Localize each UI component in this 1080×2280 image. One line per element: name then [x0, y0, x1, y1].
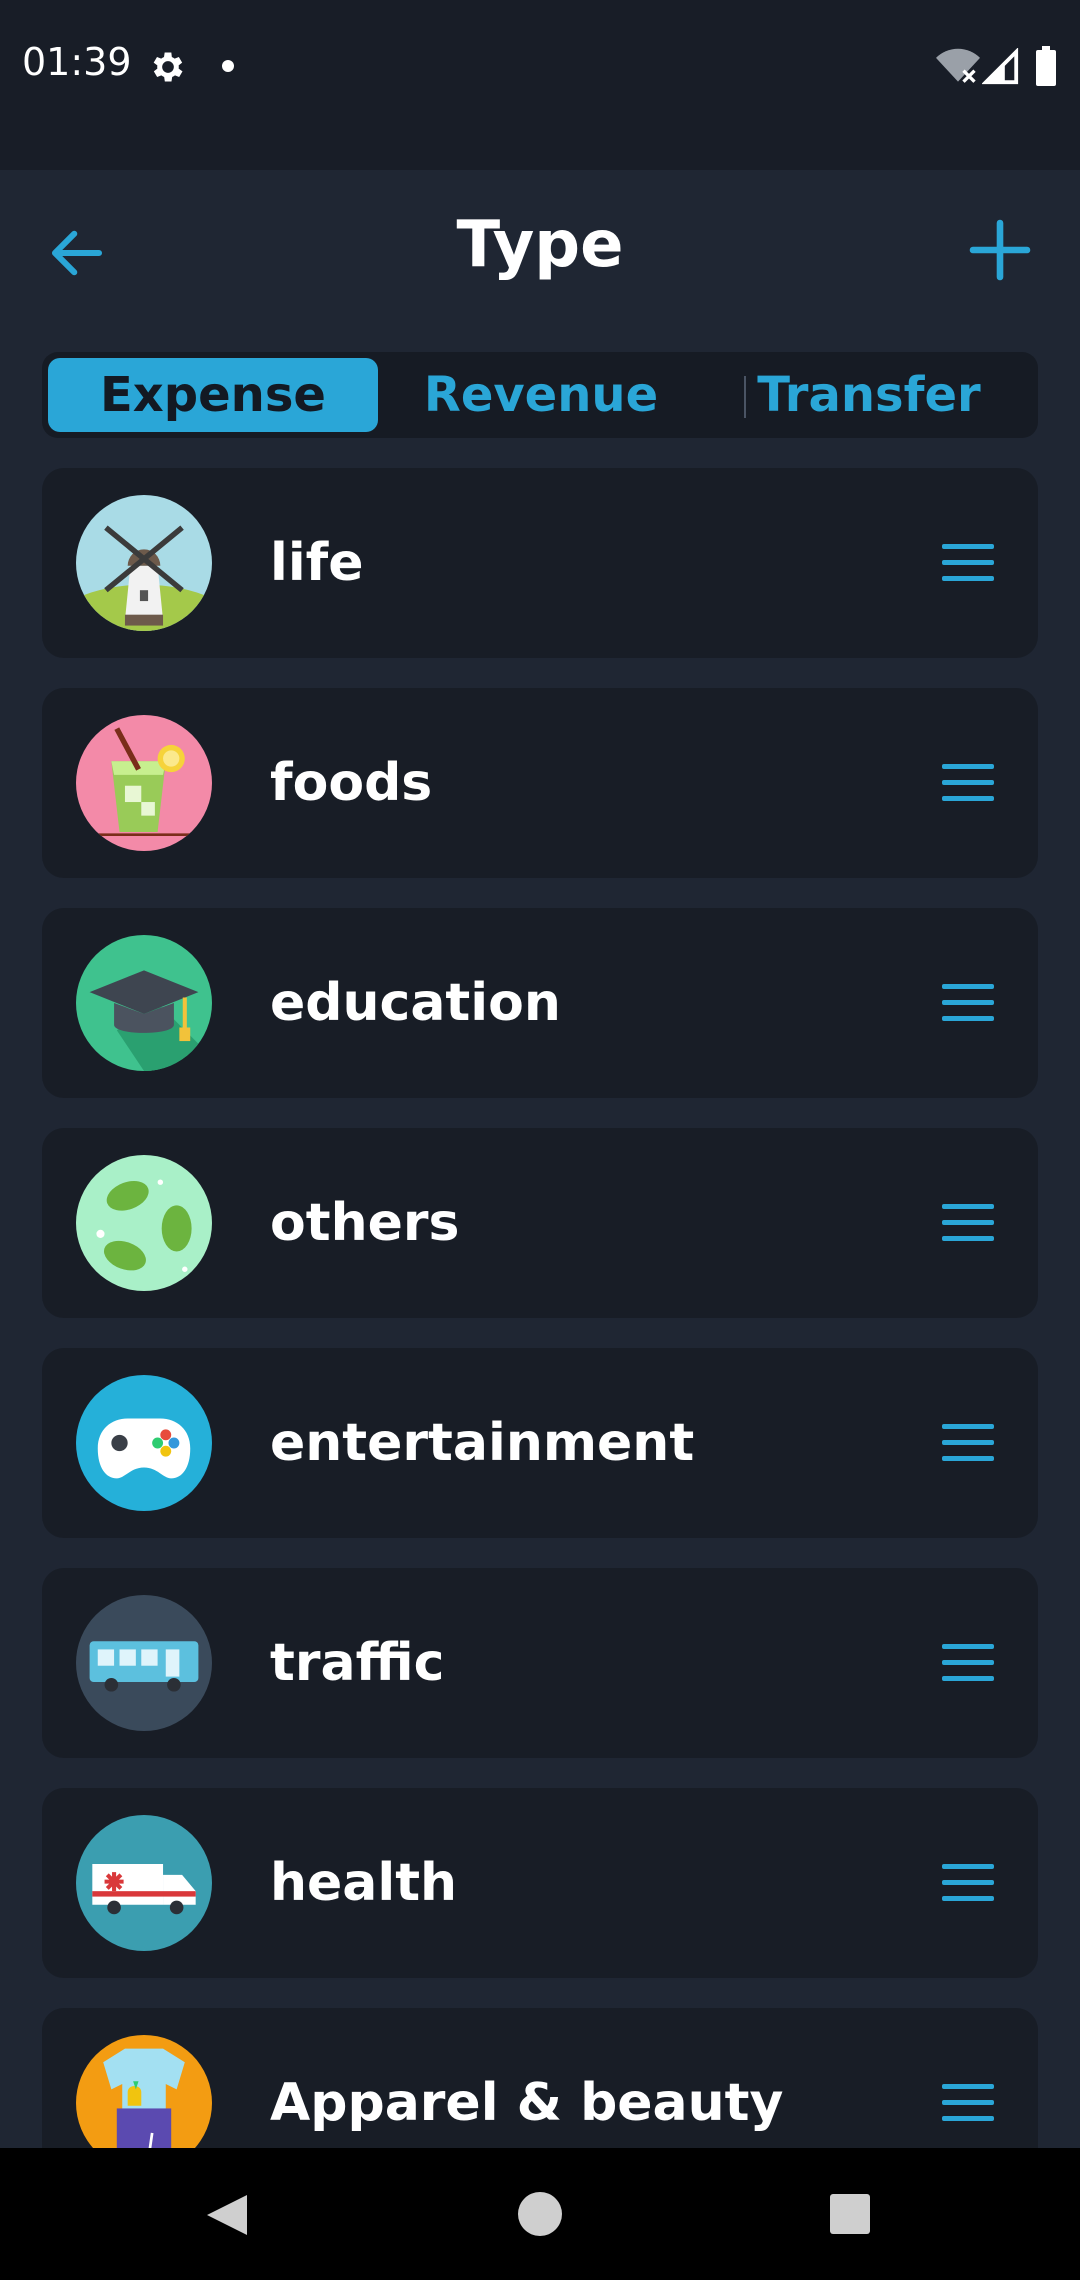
wifi-off-icon	[936, 48, 980, 83]
category-label: education	[270, 973, 561, 1033]
nav-home-icon[interactable]	[518, 2192, 562, 2236]
type-tabs: Expense Revenue Transfer	[42, 352, 1038, 438]
battery-icon	[1036, 46, 1056, 86]
bus-icon	[76, 1595, 212, 1731]
category-label: life	[270, 533, 364, 593]
nav-back-icon[interactable]	[202, 2190, 252, 2240]
tab-expense[interactable]: Expense	[48, 358, 378, 432]
windmill-icon	[76, 495, 212, 631]
status-time: 01:39	[22, 40, 132, 84]
drag-handle-icon[interactable]	[942, 2084, 994, 2122]
graduation-cap-icon	[76, 935, 212, 1071]
nav-recents-icon[interactable]	[830, 2194, 870, 2234]
gear-icon	[153, 52, 183, 82]
category-list: life foods education others entertainmen…	[0, 468, 1080, 2148]
tab-transfer[interactable]: Transfer	[704, 358, 1034, 432]
drag-handle-icon[interactable]	[942, 1424, 994, 1462]
drag-handle-icon[interactable]	[942, 544, 994, 582]
drag-handle-icon[interactable]	[942, 1204, 994, 1242]
plus-icon[interactable]	[964, 214, 1036, 286]
list-item[interactable]: traffic	[42, 1568, 1038, 1758]
list-item[interactable]: life	[42, 468, 1038, 658]
drink-icon	[76, 715, 212, 851]
category-label: others	[270, 1193, 460, 1253]
leaves-icon	[76, 1155, 212, 1291]
drag-handle-icon[interactable]	[942, 1644, 994, 1682]
list-item[interactable]: others	[42, 1128, 1038, 1318]
tab-revenue[interactable]: Revenue	[376, 358, 706, 432]
list-item[interactable]: entertainment	[42, 1348, 1038, 1538]
category-label: foods	[270, 753, 433, 813]
category-label: health	[270, 1853, 458, 1913]
list-item[interactable]: Apparel & beauty	[42, 2008, 1038, 2148]
category-label: traffic	[270, 1633, 445, 1693]
category-label: Apparel & beauty	[270, 2073, 784, 2133]
drag-handle-icon[interactable]	[942, 764, 994, 802]
status-bar: 01:39	[0, 0, 1080, 170]
app-header: Type	[0, 170, 1080, 340]
notification-dot	[222, 60, 234, 72]
drag-handle-icon[interactable]	[942, 1864, 994, 1902]
drag-handle-icon[interactable]	[942, 984, 994, 1022]
signal-icon	[982, 48, 1019, 85]
ambulance-icon	[76, 1815, 212, 1951]
list-item[interactable]: education	[42, 908, 1038, 1098]
apparel-icon	[76, 2035, 212, 2148]
list-item[interactable]: foods	[42, 688, 1038, 878]
system-nav-bar	[0, 2148, 1080, 2280]
gamepad-icon	[76, 1375, 212, 1511]
category-label: entertainment	[270, 1413, 695, 1473]
list-item[interactable]: health	[42, 1788, 1038, 1978]
page-title: Type	[456, 208, 624, 282]
